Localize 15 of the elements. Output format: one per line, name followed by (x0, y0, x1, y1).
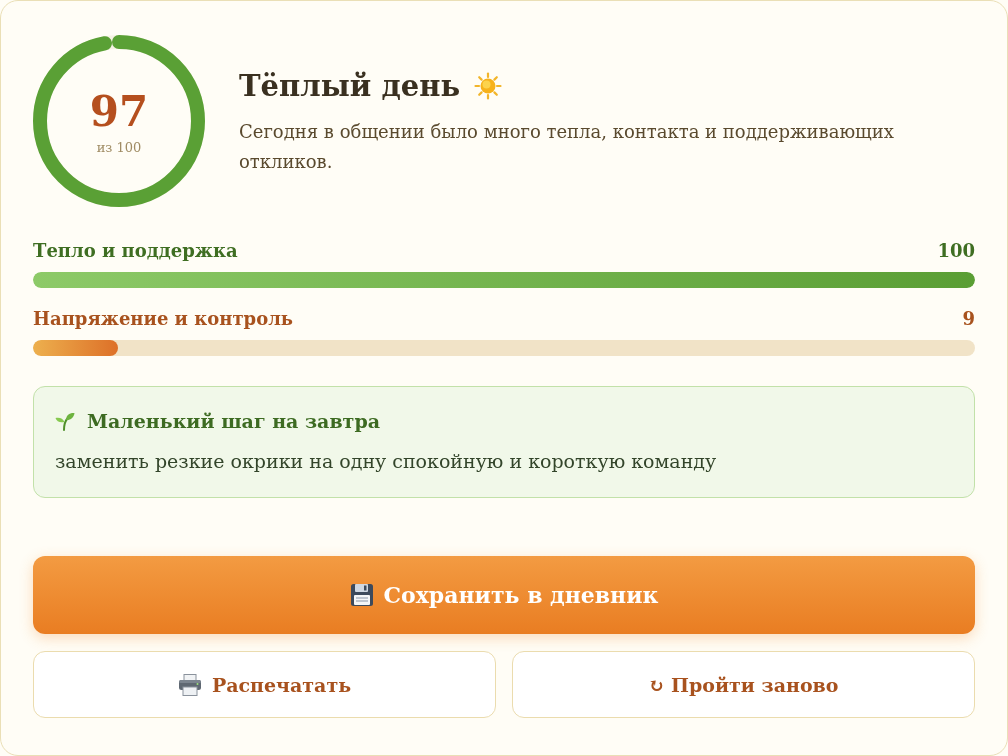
restart-button[interactable]: ↻ Пройти заново (512, 651, 975, 718)
score-caption: из 100 (96, 140, 142, 155)
print-button[interactable]: Распечатать (33, 651, 496, 718)
result-description: Сегодня в общении было много тепла, контакта и поддерживающих откликов. (239, 120, 895, 174)
sun-icon (474, 72, 503, 100)
score-value: 97 (89, 91, 149, 133)
scale-value: 9 (962, 308, 975, 329)
result-title: Тёплый день (239, 69, 461, 103)
scale-label: Напряжение и контроль (33, 308, 294, 329)
printer-icon (177, 673, 202, 696)
tip-text: заменить резкие окрики на одну спокойную и короткую команду (55, 450, 718, 472)
tip-title: Маленький шаг на завтра (87, 410, 380, 432)
sprout-icon (55, 411, 75, 431)
scale-label: Тепло и поддержка (33, 240, 238, 261)
scale-value: 100 (937, 240, 975, 261)
